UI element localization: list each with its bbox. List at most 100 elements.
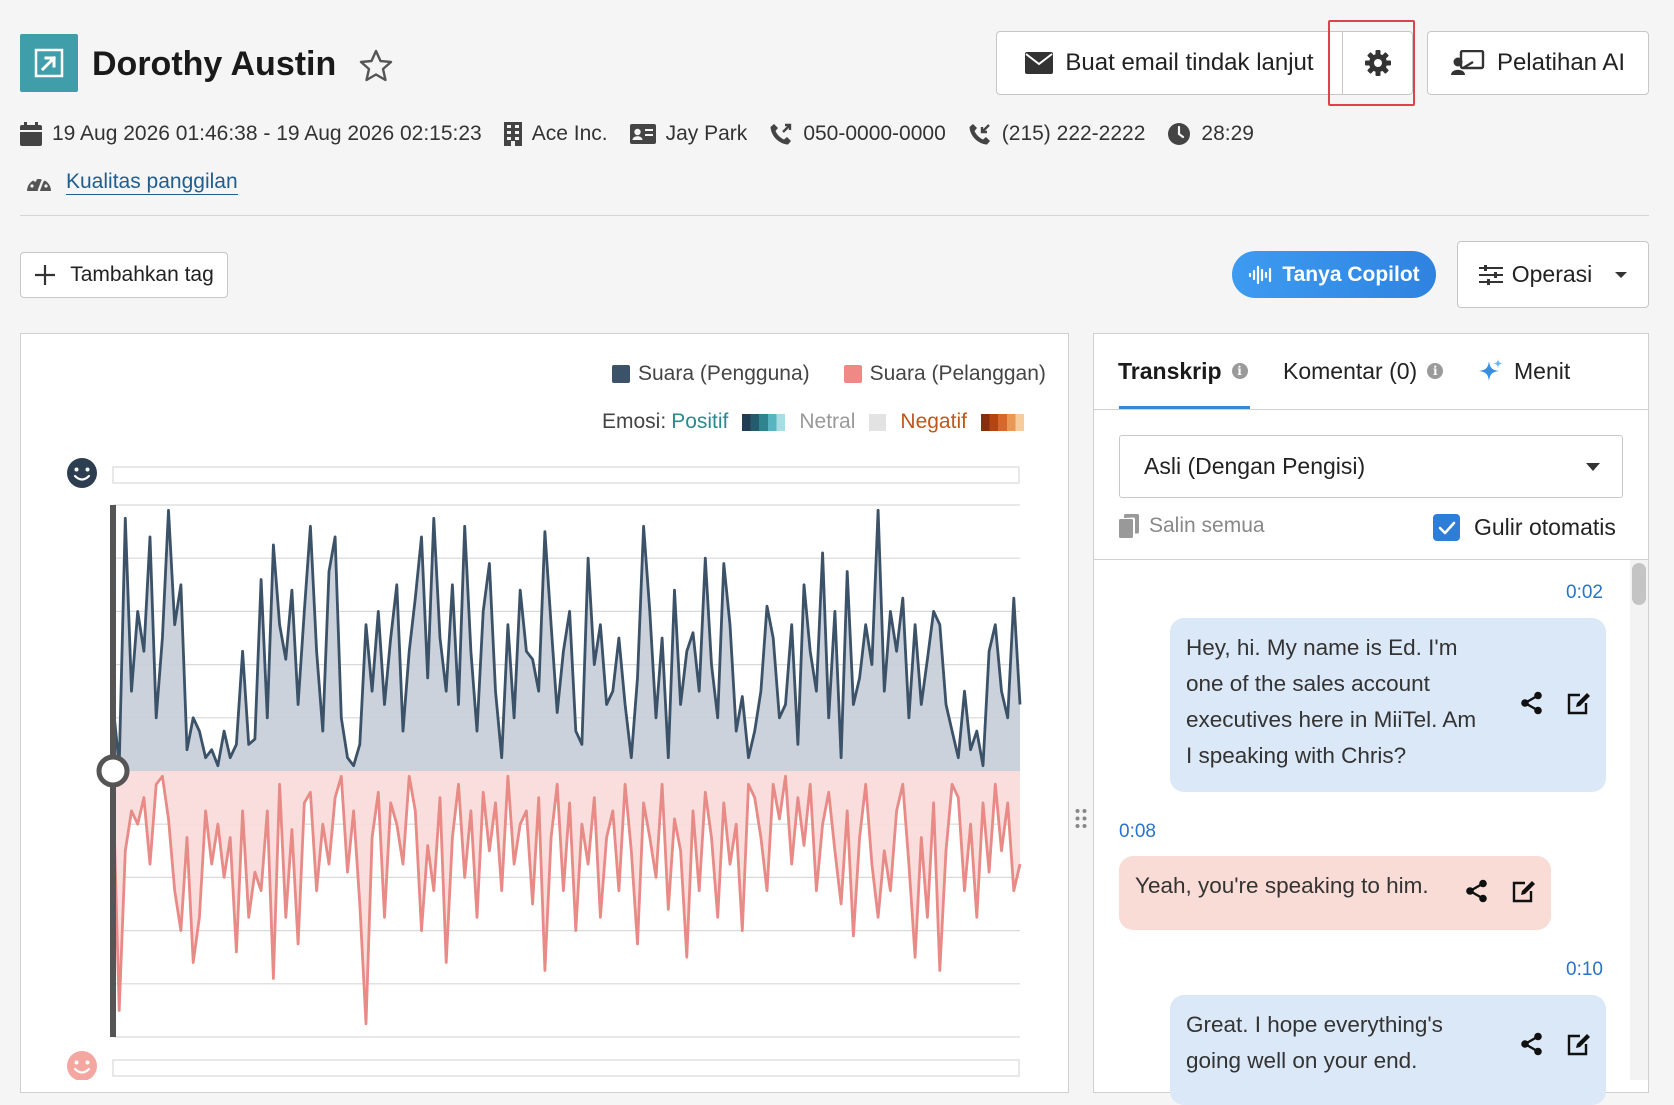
copy-all-label: Salin semua [1149,514,1265,537]
message-actions [1520,1032,1592,1056]
envelope-icon [1025,52,1054,74]
autoscroll-label: Gulir otomatis [1474,514,1616,540]
incoming-call-icon [969,124,990,145]
call-quality-link[interactable]: Kualitas panggilan [66,170,238,195]
external-link-logo[interactable] [20,34,78,92]
caret-down-icon [1586,463,1600,471]
tab-comments[interactable]: Komentar (0) i [1283,333,1444,409]
ask-copilot-label: Tanya Copilot [1282,262,1420,286]
legend-customer-swatch [843,365,862,383]
emotion-positive-label: Positif [671,410,729,433]
positive-emotion-face-icon [67,458,97,488]
transcript-version-value: Asli (Dengan Pengisi) [1144,453,1366,479]
tab-comments-label: Komentar (0) [1283,357,1418,384]
negative-gradient-swatch [980,413,1024,431]
panel-resize-handle-icon[interactable] [1074,808,1088,836]
negative-emotion-track [112,1059,1020,1077]
call-datetime-text: 19 Aug 2026 01:46:38 - 19 Aug 2026 02:15… [52,122,482,145]
caret-down-icon [1615,271,1628,278]
edit-icon[interactable] [1511,879,1537,903]
emotion-label: Emosi: [602,410,667,433]
voice-waveform-chart [67,458,1022,1080]
copy-all-button[interactable]: Salin semua [1119,514,1265,538]
company-text: Ace Inc. [531,122,608,145]
neutral-swatch [869,413,887,431]
gear-icon [1364,50,1391,76]
active-tab-indicator [1119,406,1250,409]
message-timestamp[interactable]: 0:02 [1566,582,1603,604]
agent: Jay Park [629,122,748,146]
operations-label: Operasi [1511,261,1593,287]
follow-up-email-label: Buat email tindak lanjut [1065,49,1314,76]
emotion-negative-label: Negatif [900,410,967,433]
clock-icon [1168,123,1191,145]
operations-dropdown[interactable]: Operasi [1457,241,1649,308]
info-icon: i [1427,363,1444,379]
gauge-icon [27,177,51,191]
building-icon [503,122,522,146]
tab-transcript-label: Transkrip [1118,357,1222,384]
ai-training-label: Pelatihan AI [1496,49,1626,76]
copy-icon [1119,514,1139,538]
message-text: Great. I hope everything's going well on… [1186,1012,1443,1073]
call-meta-row: 19 Aug 2026 01:46:38 - 19 Aug 2026 02:15… [20,118,1276,150]
tab-transcript[interactable]: Transkrip i [1118,333,1248,409]
transcript-version-select[interactable]: Asli (Dengan Pengisi) [1119,435,1623,498]
add-tag-button[interactable]: Tambahkan tag [20,252,228,298]
legend-user-swatch [612,365,630,383]
message-text: Hey, hi. My name is Ed. I'm one of the s… [1186,635,1477,768]
autoscroll-toggle[interactable]: Gulir otomatis [1433,514,1616,541]
share-icon[interactable] [1520,691,1544,715]
transcript-divider [1093,559,1649,560]
duration: 28:29 [1167,122,1254,146]
autoscroll-checkbox[interactable] [1433,514,1460,541]
positive-gradient-swatch [742,413,786,431]
edit-icon[interactable] [1566,691,1592,715]
header-divider [20,215,1649,216]
add-tag-label: Tambahkan tag [70,263,214,286]
star-icon[interactable] [358,48,394,84]
info-icon: i [1231,363,1248,379]
customer-voice-area [113,771,1020,1024]
outgoing-number: 050-0000-0000 [769,122,946,146]
outgoing-number-text: 050-0000-0000 [803,122,946,145]
share-icon[interactable] [1520,1032,1544,1056]
chart-legend: Suara (Pengguna) Suara (Pelanggan) [612,362,1046,386]
sparkle-icon [1479,359,1503,381]
message-timestamp[interactable]: 0:10 [1566,959,1603,981]
ai-training-button[interactable]: Pelatihan AI [1427,31,1649,95]
call-datetime: 19 Aug 2026 01:46:38 - 19 Aug 2026 02:15… [20,122,482,146]
message-actions [1520,691,1592,715]
playhead-handle[interactable] [96,754,130,788]
follow-up-email-button[interactable]: Buat email tindak lanjut [996,31,1343,95]
transcript-scrollbar-thumb[interactable] [1632,563,1646,605]
tab-minutes-label: Menit [1514,357,1571,384]
incoming-number-text: (215) 222-2222 [1001,122,1146,145]
outgoing-call-icon [770,123,792,145]
sliders-icon [1478,264,1503,285]
company: Ace Inc. [503,122,608,146]
emotion-legend: Emosi: Positif Netral Negatif [602,410,1038,434]
id-card-icon [629,124,656,144]
legend-customer-label: Suara (Pelanggan) [869,362,1046,385]
calendar-icon [20,122,42,146]
message-text: Yeah, you're speaking to him. [1135,873,1429,898]
edit-icon[interactable] [1566,1032,1592,1056]
message-actions [1465,879,1537,903]
tab-minutes[interactable]: Menit [1478,333,1570,409]
agent-text: Jay Park [665,122,748,145]
ask-copilot-button[interactable]: Tanya Copilot [1232,251,1436,298]
message-timestamp[interactable]: 0:08 [1119,821,1156,843]
voice-wave-icon [1249,265,1272,284]
negative-emotion-face-icon [67,1051,97,1080]
plus-icon [35,265,56,285]
share-icon[interactable] [1465,879,1489,903]
transcript-scrollbar[interactable] [1630,560,1648,1080]
arrow-up-right-icon [34,48,64,78]
duration-text: 28:29 [1201,122,1254,145]
incoming-number: (215) 222-2222 [968,122,1146,146]
settings-button[interactable] [1342,31,1413,95]
legend-user-label: Suara (Pengguna) [638,362,810,385]
call-quality[interactable]: Kualitas panggilan [26,170,238,195]
contact-name: Dorothy Austin [92,45,337,83]
